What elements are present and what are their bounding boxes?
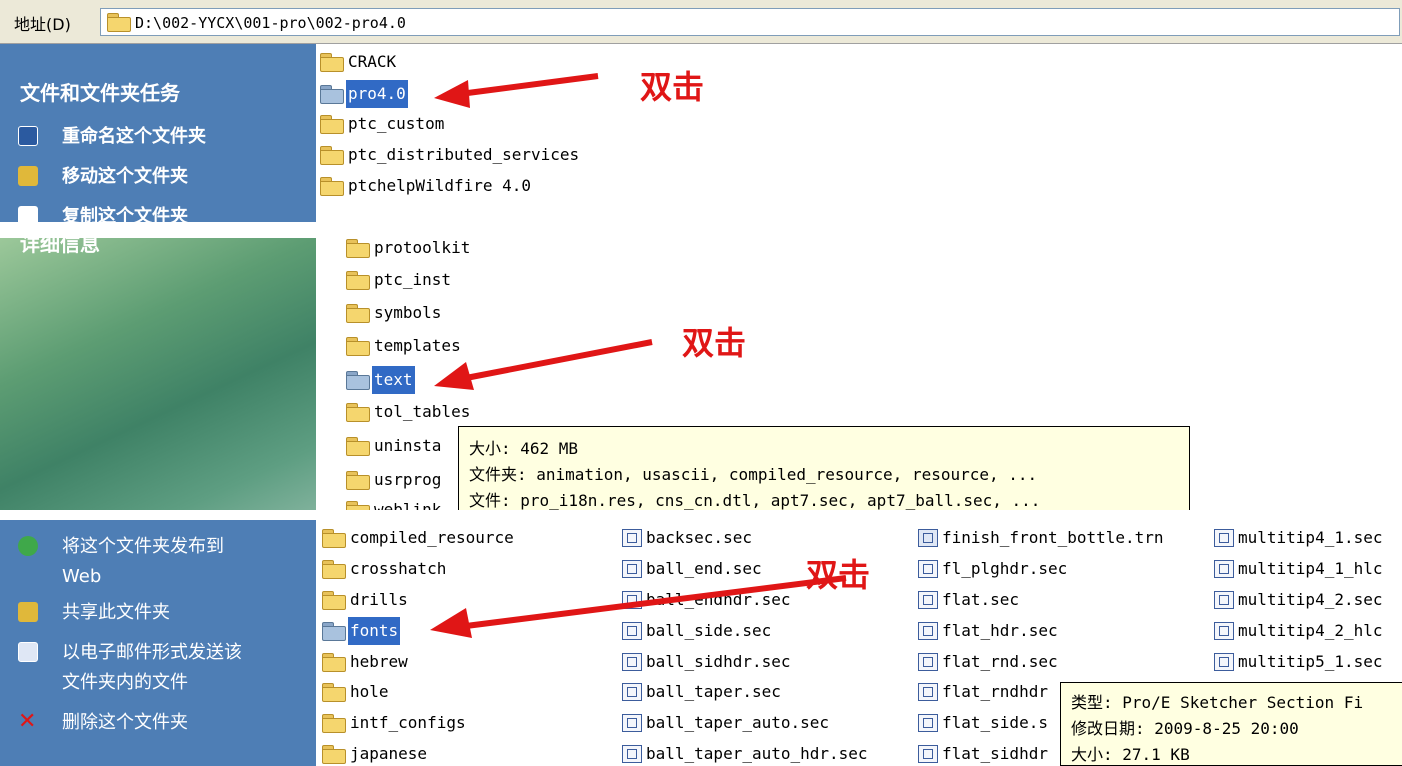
trn-file-icon <box>918 529 938 547</box>
task-pane-title: 文件和文件夹任务 <box>20 81 180 105</box>
folder-icon <box>346 239 370 258</box>
folder-icon <box>320 146 344 165</box>
annotation-label: 双击 <box>806 556 871 594</box>
email-icon <box>18 642 38 662</box>
file-info-tooltip: 类型: Pro/E Sketcher Section Fi 修改日期: 2009… <box>1060 682 1402 766</box>
sec-file-icon <box>918 683 938 701</box>
sec-file-icon <box>1214 653 1234 671</box>
folder-icon <box>346 437 370 456</box>
folder-icon <box>322 683 346 702</box>
explorer-panel-3: 将这个文件夹发布到 Web 共享此文件夹 以电子邮件形式发送该 文件夹内的文件 … <box>0 520 1402 766</box>
folder-icon <box>346 371 370 390</box>
sec-file-icon <box>1214 591 1234 609</box>
sec-file-icon <box>918 591 938 609</box>
task-pane: 将这个文件夹发布到 Web 共享此文件夹 以电子邮件形式发送该 文件夹内的文件 … <box>0 520 316 766</box>
folder-icon <box>322 622 346 641</box>
sec-file-icon <box>622 653 642 671</box>
folder-icon <box>322 745 346 764</box>
sec-file-icon <box>918 560 938 578</box>
folder-icon <box>322 591 346 610</box>
details-pane-title: 详细信息 <box>20 238 100 256</box>
move-icon <box>18 166 38 186</box>
folder-icon <box>320 53 344 72</box>
sec-file-icon <box>622 714 642 732</box>
sec-file-icon <box>1214 622 1234 640</box>
copy-icon <box>18 206 38 222</box>
folder-icon <box>322 560 346 579</box>
explorer-panel-2: 详细信息 protoolkit ptc_inst symbols templat… <box>0 238 1402 510</box>
sec-file-icon <box>918 653 938 671</box>
folder-icon <box>346 403 370 422</box>
folder-icon <box>346 337 370 356</box>
address-path: D:\002-YYCX\001-pro\002-pro4.0 <box>135 14 406 32</box>
explorer-panel-1: 地址(D) D:\002-YYCX\001-pro\002-pro4.0 文件和… <box>0 0 1402 222</box>
share-folder-icon <box>18 602 38 622</box>
address-bar: 地址(D) D:\002-YYCX\001-pro\002-pro4.0 <box>0 0 1402 44</box>
publish-web-icon <box>18 536 38 556</box>
folder-icon <box>322 529 346 548</box>
folder-icon <box>346 271 370 290</box>
folder-icon <box>320 115 344 134</box>
sec-file-icon <box>622 529 642 547</box>
sec-file-icon <box>1214 560 1234 578</box>
sec-file-icon <box>1214 529 1234 547</box>
sec-file-icon <box>622 745 642 763</box>
sec-file-icon <box>918 714 938 732</box>
sec-file-icon <box>918 622 938 640</box>
folder-icon <box>346 501 370 510</box>
address-label: 地址(D) <box>14 15 71 34</box>
sec-file-icon <box>622 683 642 701</box>
folder-icon <box>346 471 370 490</box>
folder-info-tooltip: 大小: 462 MB 文件夹: animation, usascii, comp… <box>458 426 1190 510</box>
annotation-arrow <box>434 339 653 390</box>
folder-icon <box>322 714 346 733</box>
folder-icon <box>322 653 346 672</box>
folder-icon <box>346 304 370 323</box>
rename-icon <box>18 126 38 146</box>
folder-icon <box>107 13 131 32</box>
annotation-label: 双击 <box>682 324 747 362</box>
annotation-label: 双击 <box>640 68 705 106</box>
sec-file-icon <box>918 745 938 763</box>
details-pane: 详细信息 <box>0 238 316 510</box>
address-input[interactable]: D:\002-YYCX\001-pro\002-pro4.0 <box>100 8 1400 36</box>
folder-icon <box>320 177 344 196</box>
delete-icon: ✕ <box>18 709 37 734</box>
folder-icon <box>320 85 344 104</box>
task-pane: 文件和文件夹任务 重命名这个文件夹 移动这个文件夹 复制这个文件夹 <box>0 44 316 222</box>
annotation-arrow <box>430 575 847 638</box>
annotation-arrow <box>434 73 599 108</box>
